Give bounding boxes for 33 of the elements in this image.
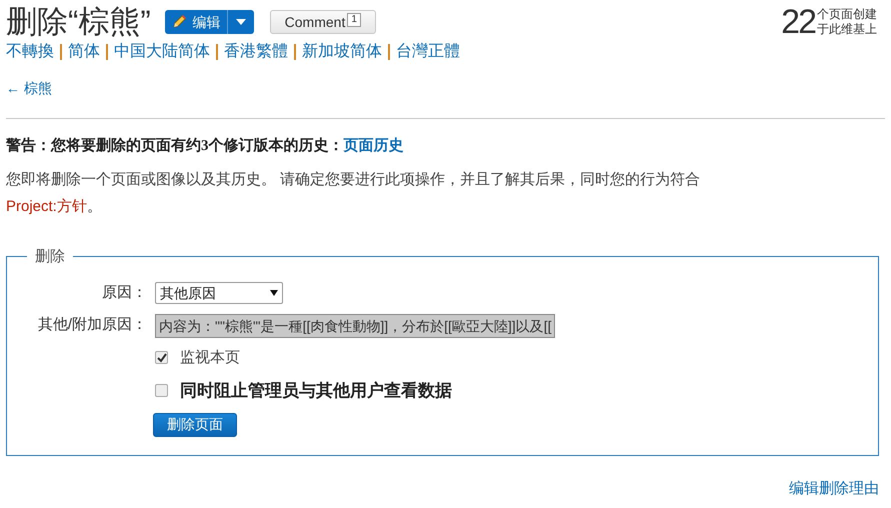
checkbox-label: 监视本页: [180, 348, 240, 368]
form-legend: 删除: [27, 246, 73, 268]
variant-link[interactable]: 中国大陆简体: [114, 40, 210, 64]
edit-label: 编辑: [192, 12, 221, 32]
comment-button[interactable]: Comment 1: [270, 10, 376, 34]
back-link[interactable]: ← 棕熊: [6, 78, 52, 99]
checkbox[interactable]: [155, 351, 168, 364]
warning-text: 警告：您将要删除的页面有约3个修订版本的历史：: [6, 138, 344, 154]
page-count-number: 22: [781, 4, 815, 40]
page-history-link[interactable]: 页面历史: [344, 138, 404, 154]
reason-label: 原因：: [101, 283, 147, 303]
variant-link[interactable]: 不轉換: [6, 40, 54, 64]
edit-button-group[interactable]: 编辑: [164, 10, 254, 34]
checkbox[interactable]: [155, 384, 168, 398]
delete-page-button[interactable]: 删除页面: [153, 412, 237, 436]
page-title: 删除“棕熊”: [6, 3, 151, 41]
other-reason-label: 其他/附加原因：: [36, 315, 147, 336]
variant-link[interactable]: 香港繁體: [224, 40, 288, 64]
pencil-icon: [170, 14, 187, 30]
variant-link[interactable]: 台灣正體: [396, 40, 460, 64]
variant-link[interactable]: 简体: [68, 40, 100, 64]
variant-link[interactable]: 新加坡简体: [302, 40, 382, 64]
policy-link[interactable]: Project:方针: [6, 198, 87, 214]
page-count-label: 于此维基上: [817, 22, 877, 37]
other-reason-field[interactable]: 内容为：""棕熊"'是一種[[肉食性動物]]，分布於[[歐亞大陸]]以及[[: [155, 314, 556, 338]
comment-count: 1: [347, 13, 361, 27]
caret-down-icon: [270, 290, 278, 296]
reason-select[interactable]: 其他原因: [155, 282, 283, 304]
edit-reasons-link[interactable]: 编辑删除理由: [789, 478, 879, 500]
caret-down-icon[interactable]: [236, 19, 246, 25]
notice-text: 您即将删除一个页面或图像以及其历史。 请确定您要进行此项操作，并且了解其后果，同时您的行为符合 Project:方针。: [6, 170, 702, 216]
page-count-label: 个页面创建: [817, 7, 877, 22]
checkbox-label: 同时阻止管理员与其他用户查看数据: [180, 380, 452, 402]
